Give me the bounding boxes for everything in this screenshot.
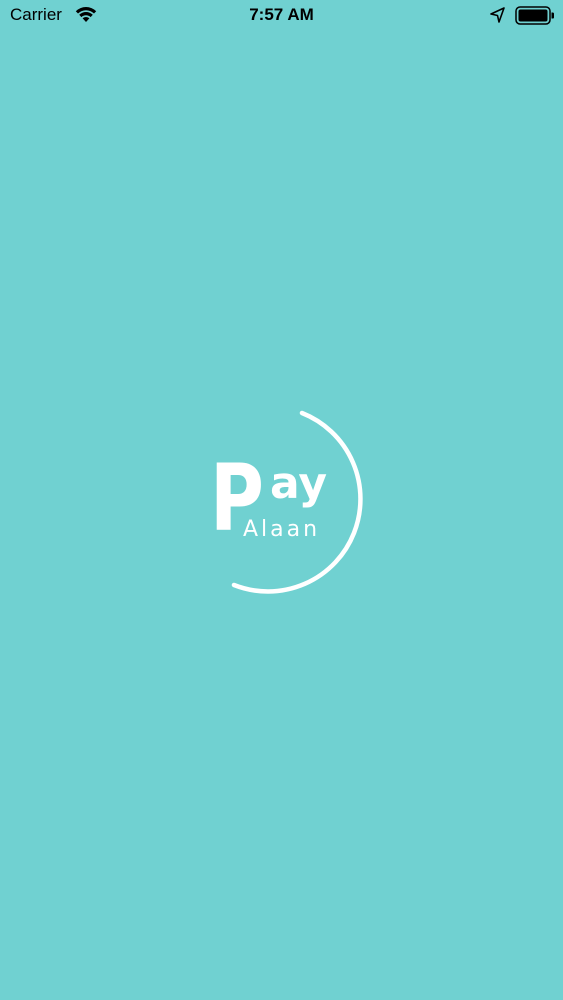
location-arrow-icon bbox=[490, 7, 505, 23]
logo-text-ay: ay bbox=[270, 458, 328, 509]
battery-icon bbox=[515, 6, 554, 25]
pay-alaan-logo: P ay Alaan bbox=[200, 405, 370, 600]
status-bar: Carrier 7:57 AM bbox=[0, 0, 563, 32]
status-time: 7:57 AM bbox=[249, 5, 314, 24]
logo-text-alaan: Alaan bbox=[243, 517, 321, 542]
